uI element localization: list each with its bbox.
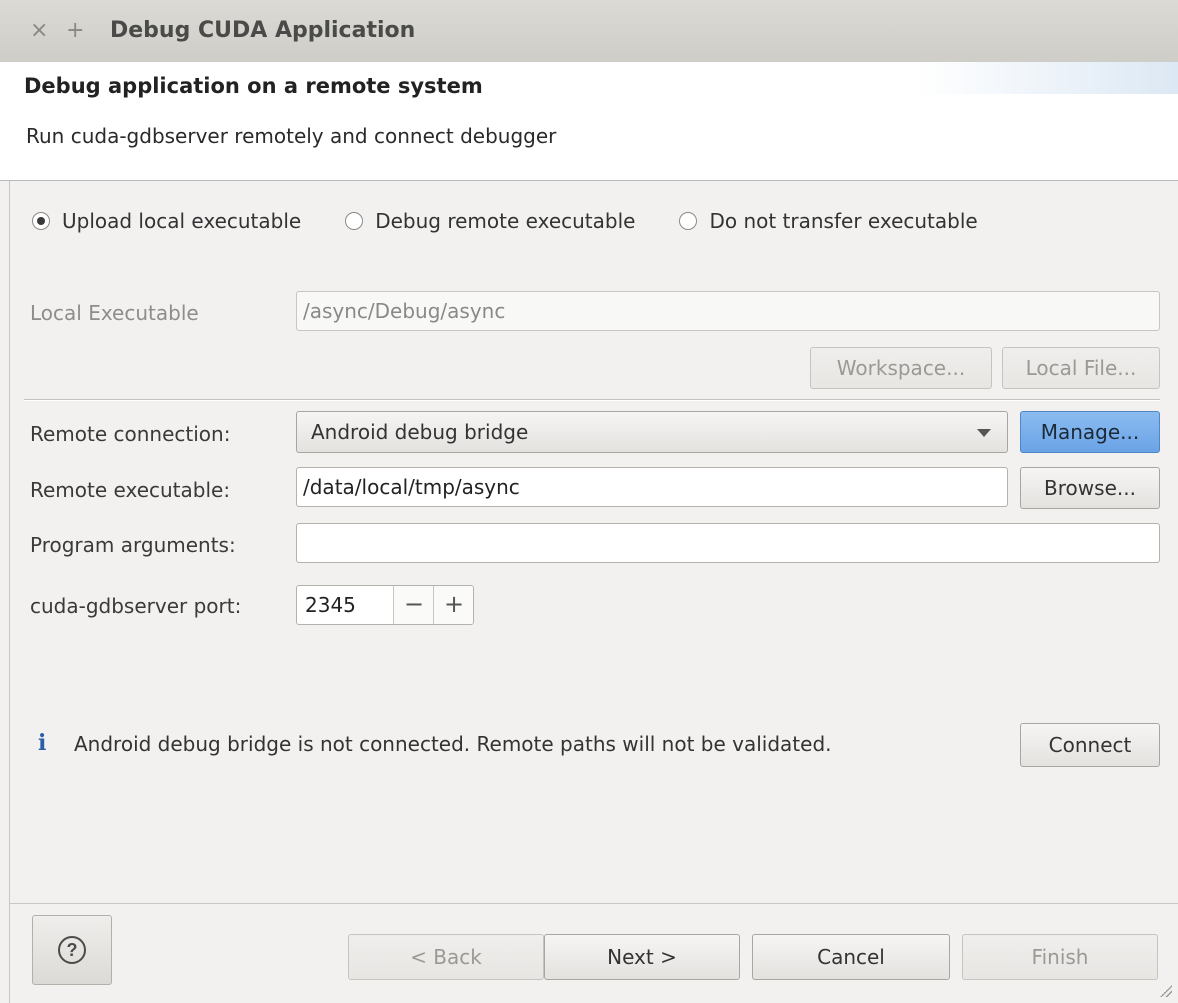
page-title: Debug application on a remote system [24, 74, 483, 98]
close-icon[interactable]: × [30, 16, 48, 46]
radio-button[interactable] [345, 212, 364, 230]
remote-connection-label: Remote connection: [30, 422, 231, 446]
transfer-mode-group: Upload local executable Debug remote exe… [32, 204, 978, 238]
port-value[interactable]: 2345 [305, 586, 356, 624]
program-arguments-input[interactable] [296, 523, 1160, 563]
local-executable-label: Local Executable [30, 301, 199, 325]
wizard-header: Debug application on a remote system Run… [0, 62, 1178, 181]
local-executable-input[interactable] [296, 291, 1160, 331]
cancel-button[interactable]: Cancel [752, 934, 950, 980]
footer-divider [10, 903, 1178, 904]
increment-button[interactable]: + [433, 586, 473, 624]
add-icon[interactable]: + [66, 16, 84, 46]
radio-upload-local[interactable]: Upload local executable [32, 209, 301, 233]
window-title: Debug CUDA Application [110, 18, 416, 43]
remote-executable-label: Remote executable: [30, 478, 231, 502]
page-subtitle: Run cuda-gdbserver remotely and connect … [26, 124, 557, 148]
resize-grip-icon[interactable] [1160, 985, 1172, 997]
status-message: Android debug bridge is not connected. R… [74, 732, 832, 756]
header-banner [918, 62, 1178, 94]
help-icon: ? [58, 936, 86, 964]
info-icon: i [38, 730, 47, 756]
decrement-button[interactable]: − [393, 586, 434, 624]
radio-label: Upload local executable [62, 209, 302, 233]
radio-debug-remote[interactable]: Debug remote executable [345, 209, 635, 233]
program-arguments-label: Program arguments: [30, 533, 236, 557]
radio-label: Do not transfer executable [709, 209, 978, 233]
browse-button[interactable]: Browse... [1020, 467, 1160, 509]
finish-button[interactable]: Finish [962, 934, 1158, 980]
back-button[interactable]: < Back [348, 934, 544, 980]
workspace-button[interactable]: Workspace... [810, 347, 992, 389]
next-button[interactable]: Next > [544, 934, 740, 980]
section-divider [24, 399, 1160, 401]
help-button[interactable]: ? [32, 915, 112, 985]
radio-no-transfer[interactable]: Do not transfer executable [679, 209, 978, 233]
radio-label: Debug remote executable [375, 209, 636, 233]
manage-button[interactable]: Manage... [1020, 411, 1160, 453]
local-file-button[interactable]: Local File... [1002, 347, 1160, 389]
connect-button[interactable]: Connect [1020, 723, 1160, 767]
window-titlebar: × + Debug CUDA Application [0, 0, 1178, 63]
port-stepper[interactable]: 2345 − + [296, 585, 474, 625]
remote-connection-select[interactable]: Android debug bridge [296, 411, 1008, 453]
chevron-down-icon [977, 429, 991, 437]
radio-button-selected[interactable] [32, 212, 50, 230]
remote-executable-input[interactable] [296, 467, 1008, 507]
remote-connection-value: Android debug bridge [311, 420, 529, 444]
radio-button[interactable] [679, 212, 698, 230]
port-label: cuda-gdbserver port: [30, 594, 242, 618]
window-border [0, 62, 10, 1003]
